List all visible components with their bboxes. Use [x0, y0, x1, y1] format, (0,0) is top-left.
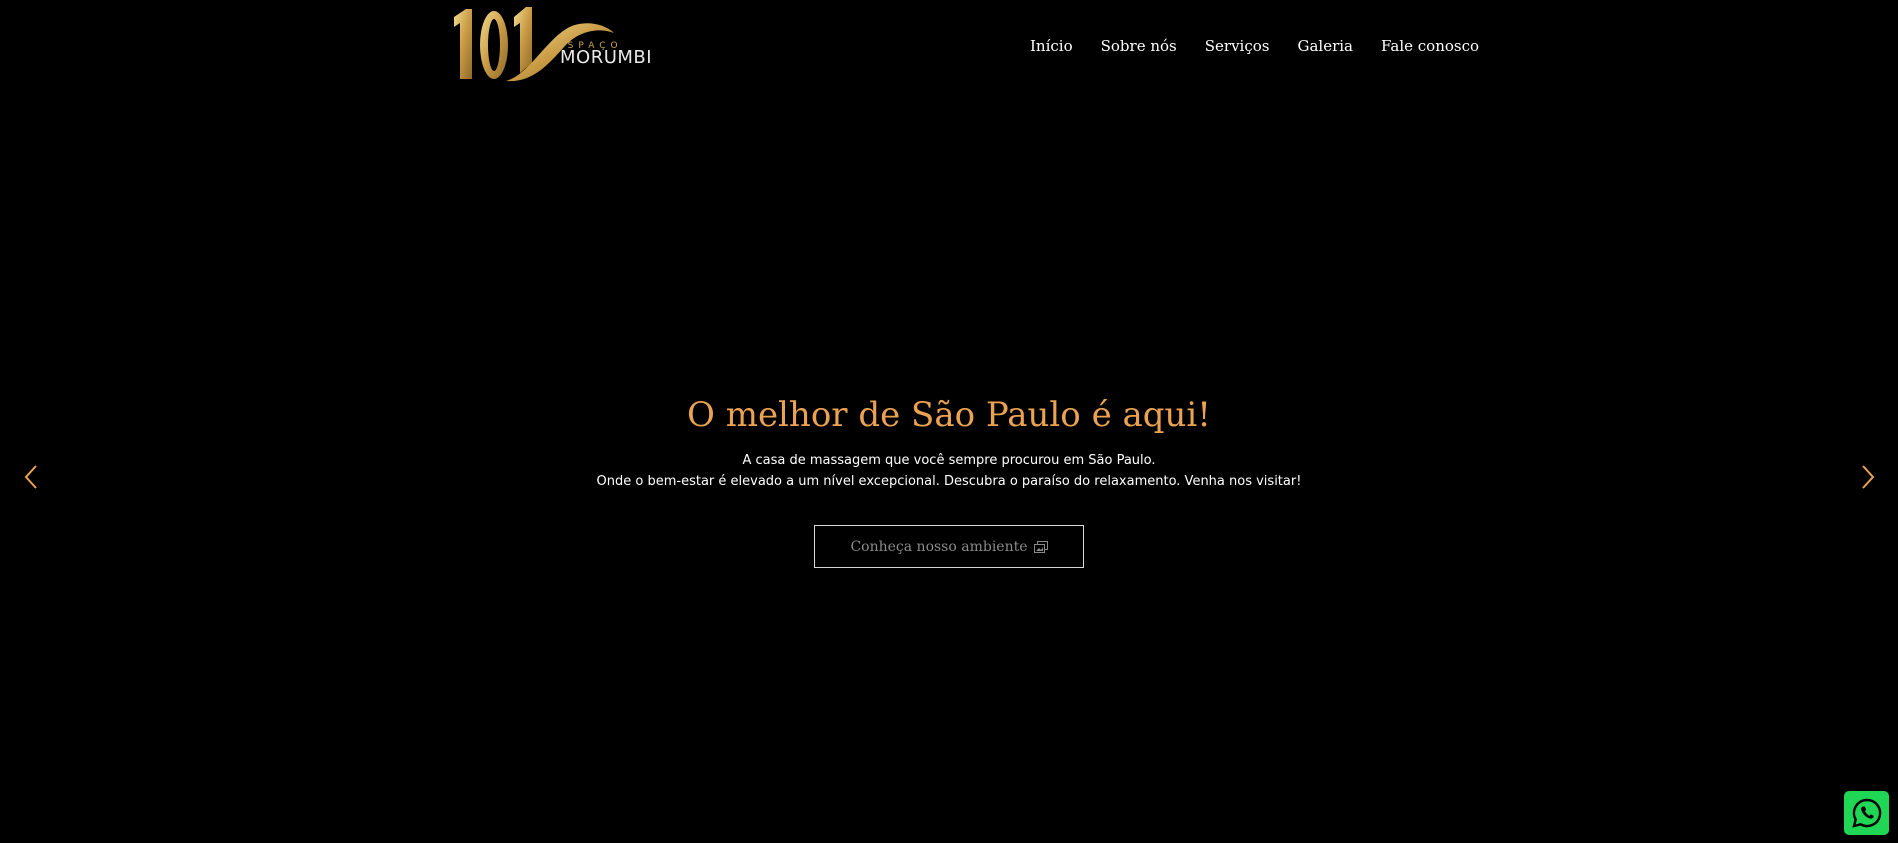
nav-item-fale-conosco[interactable]: Fale conosco: [1367, 37, 1493, 55]
nav-item-inicio[interactable]: Início: [1016, 37, 1087, 55]
whatsapp-icon: [1851, 798, 1881, 828]
chevron-right-icon: [1862, 465, 1875, 489]
main-nav: Início Sobre nós Serviços Galeria Fale c…: [1016, 37, 1493, 55]
hero-slide: O melhor de São Paulo é aqui! A casa de …: [0, 380, 1898, 568]
whatsapp-button[interactable]: [1844, 791, 1889, 835]
hero-text-line-2: Onde o bem-estar é elevado a um nível ex…: [596, 474, 1302, 489]
site-logo[interactable]: ESPAÇO MORUMBI: [448, 3, 674, 85]
carousel-next-button[interactable]: [1855, 462, 1881, 492]
explore-ambience-label: Conheça nosso ambiente: [850, 538, 1028, 555]
nav-item-galeria[interactable]: Galeria: [1283, 37, 1367, 55]
nav-item-servicos[interactable]: Serviços: [1191, 37, 1284, 55]
chevron-left-icon: [24, 465, 37, 489]
images-icon: [1033, 540, 1048, 553]
carousel-prev-button[interactable]: [18, 462, 44, 492]
logo-wordmark: MORUMBI: [560, 47, 653, 68]
site-header: ESPAÇO MORUMBI Início Sobre nós Serviços…: [0, 0, 1898, 96]
hero-text-line-1: A casa de massagem que você sempre procu…: [742, 453, 1156, 468]
explore-ambience-button[interactable]: Conheça nosso ambiente: [814, 525, 1084, 568]
nav-item-sobre-nos[interactable]: Sobre nós: [1087, 37, 1191, 55]
hero-title: O melhor de São Paulo é aqui!: [687, 395, 1211, 435]
